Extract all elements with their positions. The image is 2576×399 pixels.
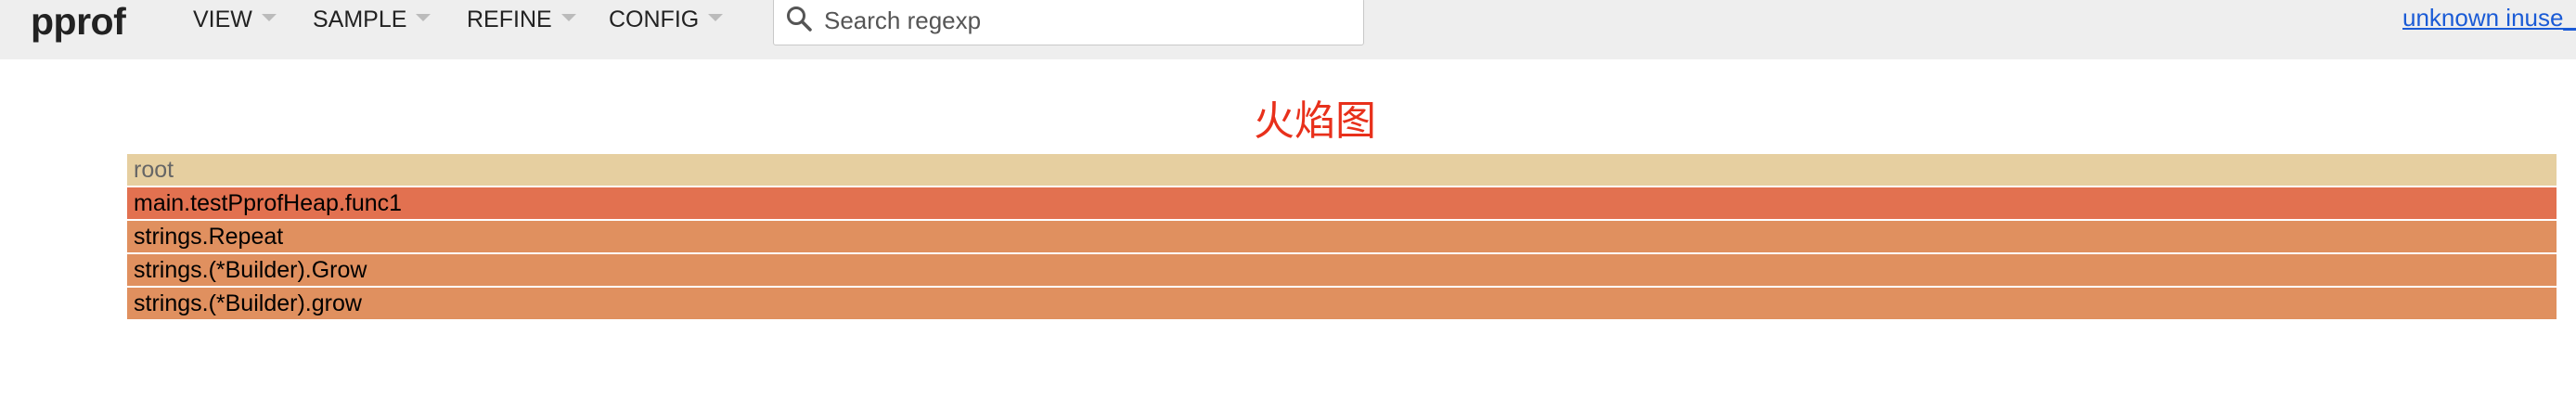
chevron-down-icon [416, 14, 431, 21]
search-input[interactable] [824, 0, 1353, 42]
search-box[interactable] [773, 0, 1364, 45]
menu-config[interactable]: CONFIG [609, 0, 724, 39]
flame-frame-builder-grow-lower[interactable]: strings.(*Builder).grow [127, 288, 2557, 319]
menu-config-label: CONFIG [609, 6, 700, 32]
flame-frame-root[interactable]: root [127, 154, 2557, 186]
menu-refine[interactable]: REFINE [467, 0, 576, 39]
flame-frame-builder-grow-upper[interactable]: strings.(*Builder).Grow [127, 254, 2557, 286]
chevron-down-icon [560, 14, 576, 21]
flame-graph: root main.testPprofHeap.func1 strings.Re… [127, 154, 2557, 321]
flame-frame-main-testpprofheap-func1[interactable]: main.testPprofHeap.func1 [127, 187, 2557, 219]
menu-refine-label: REFINE [467, 6, 552, 32]
top-toolbar: pprof VIEW SAMPLE REFINE CONFIG unknown … [0, 0, 2576, 59]
menu-sample[interactable]: SAMPLE [313, 0, 431, 39]
search-icon [787, 6, 812, 32]
menu-sample-label: SAMPLE [313, 6, 407, 32]
chevron-down-icon [261, 14, 277, 21]
menu-view[interactable]: VIEW [193, 0, 277, 39]
chevron-down-icon [708, 14, 724, 21]
app-logo: pprof [31, 0, 126, 43]
page-title: 火焰图 [1254, 97, 1376, 145]
profile-link[interactable]: unknown inuse_ [2402, 4, 2576, 32]
flame-frame-strings-repeat[interactable]: strings.Repeat [127, 221, 2557, 252]
menu-view-label: VIEW [193, 6, 252, 32]
